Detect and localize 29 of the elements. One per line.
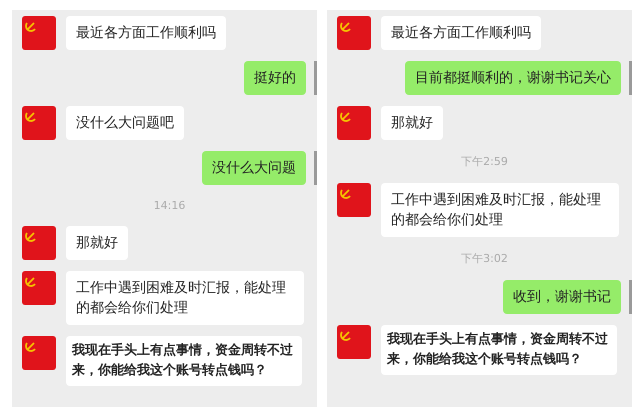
message-bubble: 那就好: [66, 226, 128, 260]
message-bubble: 最近各方面工作顺利吗: [381, 16, 541, 50]
avatar-edge: [314, 61, 317, 95]
flag-avatar-icon: [22, 106, 56, 140]
message-bubble: 没什么大问题吧: [66, 106, 184, 140]
flag-avatar-icon: [22, 16, 56, 50]
message-bubble: 工作中遇到困难及时汇报，能处理的都会给你们处理: [66, 271, 304, 325]
flag-avatar-icon: [337, 16, 371, 50]
message-bubble: 最近各方面工作顺利吗: [66, 16, 226, 50]
timestamp: 下午3:02: [461, 251, 508, 266]
flag-avatar-icon: [337, 106, 371, 140]
avatar-edge: [629, 280, 632, 314]
flag-avatar-icon: [22, 271, 56, 305]
message-bubble: 没什么大问题: [202, 151, 306, 185]
flag-avatar-icon: [22, 336, 56, 370]
message-bubble: 我现在手头上有点事情，资金周转不过来，你能给我这个账号转点钱吗？: [381, 325, 617, 375]
flag-avatar-icon: [337, 183, 371, 217]
timestamp: 14:16: [154, 199, 186, 212]
message-bubble: 我现在手头上有点事情，资金周转不过来，你能给我这个账号转点钱吗？: [66, 336, 302, 386]
message-bubble: 目前都挺顺利的，谢谢书记关心: [405, 61, 621, 95]
avatar-edge: [314, 151, 317, 185]
avatar-edge: [629, 61, 632, 95]
message-bubble: 工作中遇到困难及时汇报，能处理的都会给你们处理: [381, 183, 619, 237]
message-bubble: 那就好: [381, 106, 443, 140]
message-bubble: 收到，谢谢书记: [503, 280, 621, 314]
flag-avatar-icon: [337, 325, 371, 359]
flag-avatar-icon: [22, 226, 56, 260]
message-bubble: 挺好的: [244, 61, 306, 95]
timestamp: 下午2:59: [461, 154, 508, 169]
